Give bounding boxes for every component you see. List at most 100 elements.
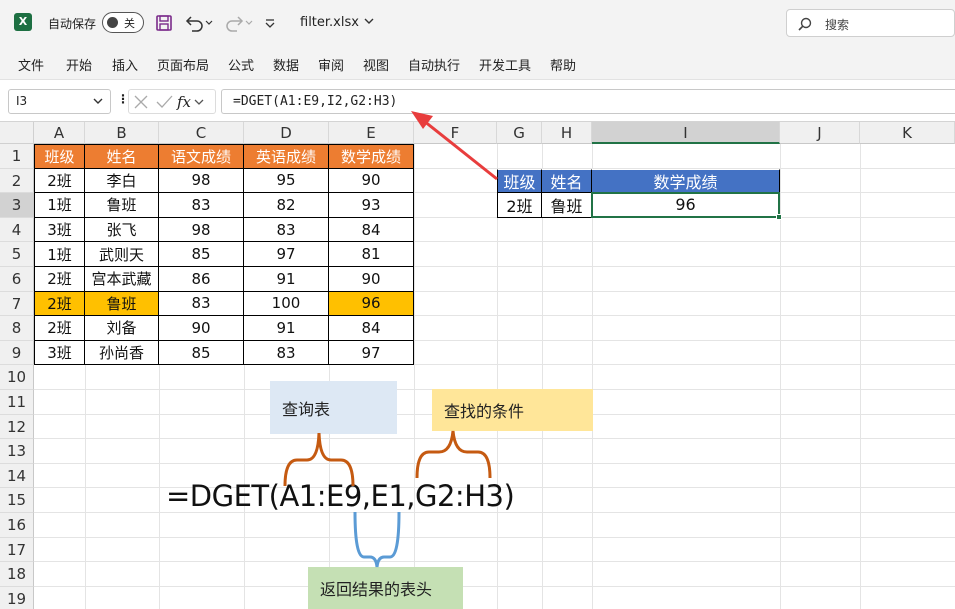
tab-insert[interactable]: 插入 (112, 55, 138, 74)
save-icon[interactable] (155, 12, 173, 34)
table-cell[interactable]: 84 (329, 316, 414, 341)
row-header-8[interactable]: 8 (0, 316, 34, 341)
table-cell[interactable]: 83 (159, 291, 244, 317)
table-header-cell[interactable]: 语文成绩 (159, 144, 244, 169)
table-cell[interactable]: 2班 (34, 168, 85, 194)
row-header-10[interactable]: 10 (0, 365, 34, 390)
column-header-a[interactable]: A (34, 122, 85, 144)
table-cell[interactable]: 鲁班 (85, 291, 159, 317)
table-cell[interactable]: 100 (244, 291, 329, 317)
row-header-6[interactable]: 6 (0, 267, 34, 292)
table-header-cell[interactable]: 英语成绩 (244, 144, 329, 169)
row-header-2[interactable]: 2 (0, 168, 34, 194)
row-header-15[interactable]: 15 (0, 488, 34, 513)
table-cell[interactable]: 李白 (85, 168, 159, 194)
cancel-icon[interactable] (129, 93, 153, 111)
table-cell[interactable]: 鲁班 (85, 193, 159, 218)
row-header-3[interactable]: 3 (0, 193, 34, 218)
enter-icon[interactable] (153, 93, 175, 111)
tab-page-layout[interactable]: 页面布局 (157, 55, 209, 74)
table-cell[interactable]: 98 (159, 168, 244, 194)
column-header-i[interactable]: I (592, 122, 780, 144)
table-cell[interactable]: 84 (329, 217, 414, 243)
table-cell[interactable]: 刘备 (85, 316, 159, 341)
table-header-cell[interactable]: 班级 (34, 144, 85, 169)
table-cell[interactable]: 85 (159, 340, 244, 366)
row-header-11[interactable]: 11 (0, 390, 34, 415)
customize-toolbar-icon[interactable] (263, 12, 277, 34)
column-header-d[interactable]: D (244, 122, 329, 144)
table-cell[interactable]: 83 (244, 217, 329, 243)
tab-help[interactable]: 帮助 (550, 55, 576, 74)
insert-function-icon[interactable]: fx (177, 93, 191, 111)
table-cell[interactable]: 2班 (34, 316, 85, 341)
column-header-j[interactable]: J (780, 122, 860, 144)
table-cell[interactable]: 武则天 (85, 242, 159, 267)
table-cell[interactable]: 1班 (34, 193, 85, 218)
table-cell[interactable]: 85 (159, 242, 244, 267)
formula-input[interactable]: =DGET(A1:E9,I2,G2:H3) (221, 89, 955, 114)
column-header-g[interactable]: G (497, 122, 542, 144)
table-cell[interactable]: 82 (244, 193, 329, 218)
column-header-b[interactable]: B (85, 122, 159, 144)
table-cell[interactable]: 83 (159, 193, 244, 218)
tab-home[interactable]: 开始 (66, 55, 92, 74)
tab-review[interactable]: 审阅 (318, 55, 344, 74)
table-cell[interactable]: 97 (244, 242, 329, 267)
table-cell[interactable]: 90 (329, 267, 414, 292)
table-cell[interactable]: 91 (244, 316, 329, 341)
row-header-4[interactable]: 4 (0, 217, 34, 243)
tab-automate[interactable]: 自动执行 (408, 55, 460, 74)
redo-icon[interactable] (224, 12, 254, 34)
search-box[interactable]: 搜索 (786, 9, 955, 37)
column-header-k[interactable]: K (860, 122, 955, 144)
table-header-cell[interactable]: 数学成绩 (329, 144, 414, 169)
table-cell[interactable]: 孙尚香 (85, 340, 159, 366)
row-header-7[interactable]: 7 (0, 291, 34, 317)
tab-view[interactable]: 视图 (363, 55, 389, 74)
row-header-5[interactable]: 5 (0, 242, 34, 267)
column-header-h[interactable]: H (542, 122, 592, 144)
column-header-e[interactable]: E (329, 122, 414, 144)
spreadsheet-grid[interactable]: A B C D E F G H I J K 1 2 3 4 5 6 7 8 9 10 11 12 13 14 15 16 17 18 19… (0, 122, 955, 609)
table-cell[interactable]: 3班 (34, 217, 85, 243)
criteria-value-cell[interactable]: 2班 (497, 193, 542, 218)
criteria-header-cell[interactable]: 数学成绩 (592, 168, 780, 194)
name-box[interactable]: I3 (8, 89, 111, 114)
row-header-9[interactable]: 9 (0, 340, 34, 366)
criteria-header-cell[interactable]: 姓名 (542, 168, 592, 194)
row-header-14[interactable]: 14 (0, 463, 34, 489)
fill-handle[interactable] (776, 213, 782, 220)
tab-file[interactable]: 文件 (18, 55, 44, 74)
criteria-value-cell[interactable]: 鲁班 (542, 193, 592, 218)
row-header-19[interactable]: 19 (0, 586, 34, 609)
table-cell[interactable]: 93 (329, 193, 414, 218)
table-cell[interactable]: 2班 (34, 267, 85, 292)
select-all-corner[interactable] (0, 122, 34, 144)
table-cell[interactable]: 张飞 (85, 217, 159, 243)
tab-developer[interactable]: 开发工具 (479, 55, 531, 74)
table-cell[interactable]: 91 (244, 267, 329, 292)
table-cell[interactable]: 96 (329, 291, 414, 317)
row-header-13[interactable]: 13 (0, 439, 34, 464)
tab-data[interactable]: 数据 (273, 55, 299, 74)
table-cell[interactable]: 95 (244, 168, 329, 194)
autosave-toggle[interactable]: 关 (102, 12, 144, 33)
table-header-cell[interactable]: 姓名 (85, 144, 159, 169)
table-cell[interactable]: 81 (329, 242, 414, 267)
row-header-17[interactable]: 17 (0, 537, 34, 563)
column-header-f[interactable]: F (414, 122, 497, 144)
table-cell[interactable]: 97 (329, 340, 414, 366)
table-cell[interactable]: 86 (159, 267, 244, 292)
criteria-header-cell[interactable]: 班级 (497, 168, 542, 194)
table-cell[interactable]: 宫本武藏 (85, 267, 159, 292)
filename-dropdown[interactable]: filter.xlsx (300, 15, 375, 30)
table-cell[interactable]: 98 (159, 217, 244, 243)
table-cell[interactable]: 83 (244, 340, 329, 366)
row-header-1[interactable]: 1 (0, 144, 34, 169)
row-header-18[interactable]: 18 (0, 562, 34, 587)
row-header-16[interactable]: 16 (0, 513, 34, 538)
undo-icon[interactable] (184, 12, 214, 34)
tab-formulas[interactable]: 公式 (228, 55, 254, 74)
column-header-c[interactable]: C (159, 122, 244, 144)
